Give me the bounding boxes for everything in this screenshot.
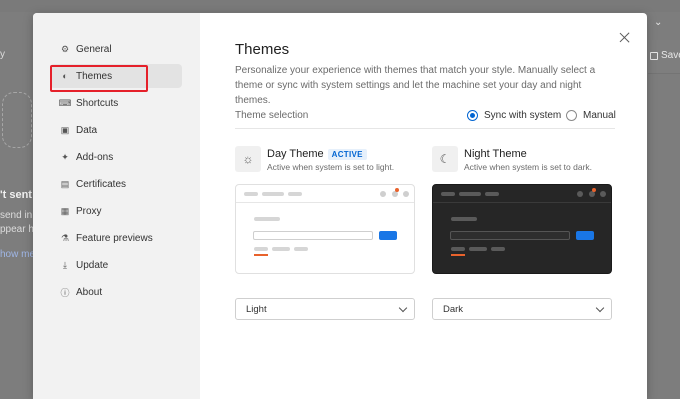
sidebar-item-label: General — [76, 43, 112, 55]
theme-name: Day Theme — [267, 148, 324, 160]
sidebar-item-proxy[interactable]: ▦ Proxy — [50, 199, 182, 223]
proxy-icon: ▦ — [60, 205, 70, 216]
select-value: Light — [246, 303, 267, 315]
sidebar-item-label: Themes — [76, 70, 113, 82]
preview-accent — [254, 254, 268, 256]
sidebar-item-update[interactable]: ⤓ Update — [50, 253, 182, 277]
chevron-down-icon — [398, 303, 408, 313]
background-save-label: Save — [661, 50, 680, 61]
preview-bar — [262, 192, 284, 196]
preview-input — [450, 231, 570, 240]
status-badge: ACTIVE — [327, 148, 367, 160]
sidebar-item-add-ons[interactable]: ✦ Add-ons — [50, 145, 182, 169]
preview-dot — [577, 191, 583, 197]
preview-block — [272, 247, 290, 251]
close-icon[interactable] — [618, 31, 632, 45]
themes-panel: Themes Personalize your experience with … — [235, 13, 616, 399]
night-theme-title: Night Theme — [464, 148, 527, 160]
sidebar-item-label: About — [76, 286, 103, 298]
settings-sidebar: ⚙ General ◐ Themes ⌨ Shortcuts ▣ Data ✦ … — [33, 13, 200, 399]
preview-block — [254, 247, 268, 251]
sidebar-item-label: Proxy — [76, 205, 102, 217]
sidebar-item-feature-previews[interactable]: ⚗ Feature previews — [50, 226, 182, 250]
save-icon — [650, 51, 658, 60]
preview-block — [491, 247, 505, 251]
preview-button — [576, 231, 594, 240]
theme-subtitle: Active when system is set to dark. — [464, 162, 593, 172]
preview-dot — [600, 191, 606, 197]
radio-button-checked[interactable] — [467, 110, 478, 121]
preview-input — [253, 231, 373, 240]
preview-divider — [433, 202, 611, 203]
preview-dot — [403, 191, 409, 197]
select-value: Dark — [443, 303, 464, 315]
sidebar-item-label: Shortcuts — [76, 97, 119, 109]
update-icon: ⤓ — [63, 259, 67, 270]
background-text-fragment: y — [0, 49, 5, 60]
settings-modal: ⚙ General ◐ Themes ⌨ Shortcuts ▣ Data ✦ … — [33, 13, 647, 399]
radio-manual[interactable]: Manual — [566, 110, 616, 121]
preview-bar — [459, 192, 481, 196]
page-title: Themes — [235, 41, 290, 58]
gear-icon: ⚙ — [60, 43, 70, 54]
theme-subtitle: Active when system is set to light. — [267, 162, 395, 172]
day-theme-title: Day Theme ACTIVE — [267, 148, 367, 160]
sidebar-item-label: Feature previews — [76, 232, 153, 244]
radio-sync-with-system[interactable]: Sync with system — [467, 110, 561, 121]
sidebar-item-general[interactable]: ⚙ General — [50, 37, 182, 61]
sidebar-item-about[interactable]: ⓘ About — [50, 280, 182, 304]
night-theme-select[interactable]: Dark — [432, 298, 612, 320]
preview-block — [469, 247, 487, 251]
sidebar-item-certificates[interactable]: ▤ Certificates — [50, 172, 182, 196]
radio-label: Manual — [583, 110, 616, 121]
background-save-button: Save — [650, 50, 680, 61]
preview-bar — [441, 192, 455, 196]
background-illustration — [2, 92, 32, 148]
page-description: Personalize your experience with themes … — [235, 65, 596, 106]
preview-button — [379, 231, 397, 240]
preview-block — [451, 247, 465, 251]
day-theme-preview — [235, 184, 415, 274]
preview-bar — [244, 192, 258, 196]
moon-icon: ☾ — [432, 146, 458, 172]
preview-divider — [236, 202, 414, 203]
theme-selection-label: Theme selection — [235, 110, 309, 121]
background-text-fragment: ppear h — [0, 224, 34, 235]
sun-icon: ☼ — [235, 146, 261, 172]
sidebar-item-label: Add-ons — [76, 151, 114, 163]
certificate-icon: ▤ — [60, 178, 70, 189]
sidebar-item-label: Certificates — [76, 178, 127, 190]
flask-icon: ⚗ — [60, 232, 70, 243]
data-icon: ▣ — [60, 124, 70, 135]
radio-label: Sync with system — [484, 110, 562, 121]
preview-block — [451, 217, 477, 221]
info-icon: ⓘ — [60, 287, 70, 298]
sidebar-item-label: Update — [76, 259, 109, 271]
background-link-fragment: how me — [0, 249, 36, 260]
day-theme-select[interactable]: Light — [235, 298, 415, 320]
sidebar-item-shortcuts[interactable]: ⌨ Shortcuts — [50, 91, 182, 115]
night-theme-preview — [432, 184, 612, 274]
radio-button[interactable] — [566, 110, 577, 121]
chevron-down-icon — [595, 303, 605, 313]
background-chevron-icon: ⌄ — [654, 17, 663, 28]
preview-bar — [485, 192, 499, 196]
preview-bar — [288, 192, 302, 196]
preview-block — [294, 247, 308, 251]
background-text-fragment: send in — [0, 210, 33, 221]
palette-icon: ◐ — [62, 71, 68, 81]
divider — [235, 128, 615, 129]
keyboard-icon: ⌨ — [58, 97, 72, 108]
preview-accent — [451, 254, 465, 256]
sidebar-item-label: Data — [76, 124, 98, 136]
preview-block — [254, 217, 280, 221]
preview-notification-dot — [592, 188, 596, 192]
preview-notification-dot — [395, 188, 399, 192]
sidebar-item-data[interactable]: ▣ Data — [50, 118, 182, 142]
background-titlebar — [0, 0, 680, 12]
sparkle-icon: ✦ — [61, 151, 69, 162]
sidebar-item-themes[interactable]: ◐ Themes — [50, 64, 182, 88]
preview-dot — [380, 191, 386, 197]
